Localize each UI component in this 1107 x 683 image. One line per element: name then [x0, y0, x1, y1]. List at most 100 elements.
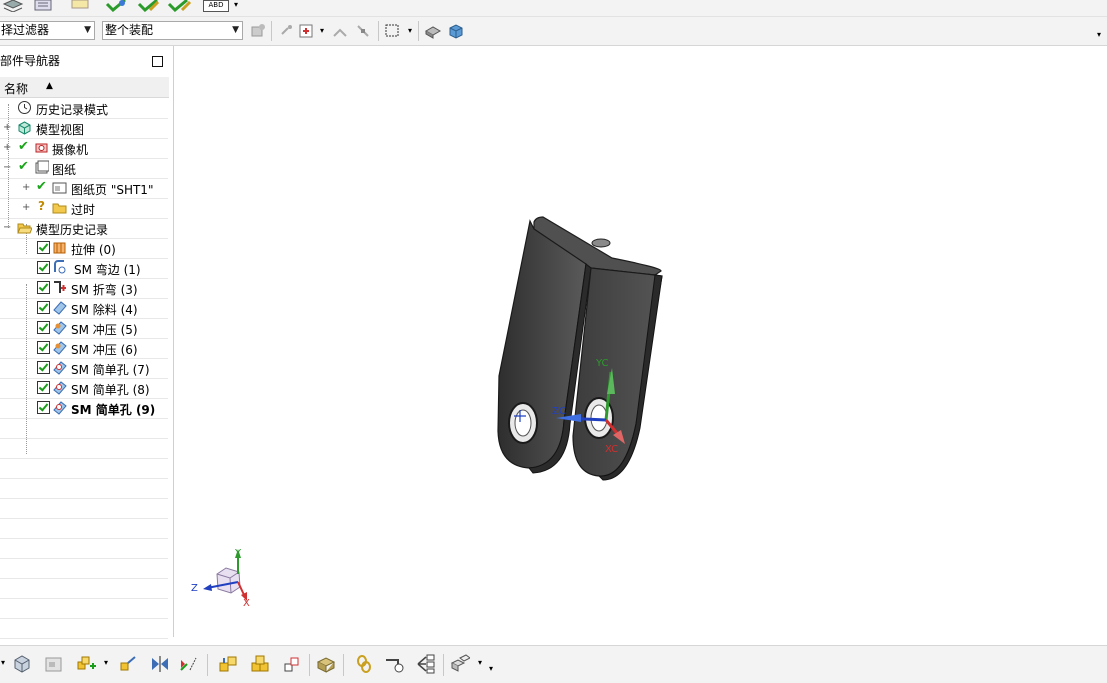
feature-sm-hole-8[interactable]: SM 简单孔 (8): [0, 378, 168, 399]
tree-item-model-history[interactable]: − 模型历史记录: [0, 218, 168, 239]
tree-item-label: 图纸: [52, 163, 77, 177]
drawing-icon: [35, 160, 49, 174]
snap-end-icon[interactable]: [331, 22, 349, 40]
assembly-load-options-icon[interactable]: [450, 654, 470, 674]
move-component-icon[interactable]: [118, 654, 138, 674]
feature-sm-punch-6[interactable]: SM 冲压 (6): [0, 338, 168, 359]
select-box-dropdown[interactable]: ▾: [320, 26, 324, 35]
feature-sm-cutout[interactable]: SM 除料 (4): [0, 298, 168, 319]
solid-view-icon[interactable]: [447, 22, 465, 40]
maximize-icon[interactable]: [152, 56, 163, 67]
collapse-icon[interactable]: −: [3, 222, 11, 233]
expand-icon[interactable]: +: [22, 182, 30, 193]
feature-label: SM 除料 (4): [71, 303, 138, 317]
sheet-metal-bracket[interactable]: [497, 216, 663, 481]
list-view-icon[interactable]: [32, 0, 54, 12]
feature-checkbox[interactable]: [37, 261, 50, 274]
check-blue-icon[interactable]: [104, 0, 128, 12]
check-pencil-icon[interactable]: [136, 0, 160, 12]
feature-label: 拉伸 (0): [71, 243, 116, 257]
assembly-icon[interactable]: [12, 654, 32, 674]
bend-icon: [54, 281, 66, 293]
feature-sm-flange[interactable]: SM 弯边 (1): [0, 258, 168, 279]
column-name-label: 名称: [4, 82, 29, 96]
expand-icon[interactable]: +: [22, 202, 30, 213]
load-options-dropdown[interactable]: ▾: [478, 658, 482, 667]
toolbar-overflow-arrow[interactable]: ▾: [1097, 30, 1101, 39]
show-and-hide-constraints-icon[interactable]: [250, 654, 270, 674]
selection-filter-combo[interactable]: 择过滤器 ▼: [0, 21, 95, 40]
rectangle-select-icon[interactable]: [384, 22, 402, 40]
feature-extrude[interactable]: 拉伸 (0): [0, 238, 168, 259]
navigator-title: 部件导航器: [0, 54, 61, 68]
add-component-icon[interactable]: [76, 654, 96, 674]
wave-linker-icon[interactable]: [416, 654, 436, 674]
note-icon[interactable]: [70, 0, 90, 12]
pattern-component-icon[interactable]: [178, 654, 198, 674]
mirror-assembly-icon[interactable]: [150, 654, 170, 674]
feature-checkbox[interactable]: [37, 361, 50, 374]
snap-point-icon[interactable]: [278, 22, 296, 40]
feature-label: SM 冲压 (6): [71, 343, 138, 357]
visible-check-icon: ✔: [36, 179, 47, 194]
feature-checkbox[interactable]: [37, 321, 50, 334]
feature-checkbox[interactable]: [37, 401, 50, 414]
triad-label-x: X: [243, 598, 250, 609]
snap-mid-icon[interactable]: [354, 22, 372, 40]
top-toolbar: ABD ▾: [0, 0, 1107, 17]
folder-icon: [52, 203, 67, 214]
tree-item-label: 模型历史记录: [36, 223, 109, 237]
feature-sm-hole-7[interactable]: SM 简单孔 (7): [0, 358, 168, 379]
column-header-name[interactable]: 名称 ▲: [0, 77, 169, 98]
tree-item-outdated[interactable]: + ? 过时: [0, 198, 168, 219]
assembly-constraints-icon[interactable]: [218, 654, 238, 674]
feature-checkbox[interactable]: [37, 281, 50, 294]
feature-sm-punch-5[interactable]: SM 冲压 (5): [0, 318, 168, 339]
abd-dropdown-arrow[interactable]: ▾: [234, 0, 238, 12]
abd-label-icon[interactable]: ABD: [203, 0, 229, 12]
tree-item-model-views[interactable]: + 模型视图: [0, 118, 168, 139]
model-canvas: YC ZC XC Y Z X: [191, 216, 663, 609]
add-component-dropdown[interactable]: ▾: [104, 658, 108, 667]
feature-sm-hole-9[interactable]: SM 简单孔 (9): [0, 398, 168, 419]
tree-item-sheet[interactable]: + ✔ 图纸页 "SHT1": [0, 178, 168, 199]
feature-checkbox[interactable]: [37, 241, 50, 254]
hole-icon: [53, 381, 67, 395]
remember-constraints-icon[interactable]: [282, 654, 302, 674]
component-filter-icon[interactable]: [249, 22, 267, 40]
view-triad[interactable]: Y Z X: [191, 548, 250, 609]
feature-label: SM 简单孔 (8): [71, 383, 150, 397]
collapse-icon[interactable]: −: [3, 162, 11, 173]
tree-item-history-mode[interactable]: 历史记录模式: [0, 98, 168, 119]
layers-icon[interactable]: [2, 0, 24, 12]
empty-row: [0, 498, 168, 519]
assembly-scope-combo[interactable]: 整个装配 ▼: [102, 21, 243, 40]
empty-row: [0, 538, 168, 559]
feature-checkbox[interactable]: [37, 301, 50, 314]
exploded-views-icon[interactable]: [316, 654, 336, 674]
tree-item-camera[interactable]: + ✔ 摄像机: [0, 138, 168, 159]
question-icon: ?: [38, 199, 45, 213]
graphics-window[interactable]: YC ZC XC Y Z X: [181, 46, 1107, 637]
feature-label-current: SM 简单孔 (9): [71, 403, 156, 417]
shaded-view-icon[interactable]: [424, 22, 442, 40]
assembly-scope-value: 整个装配: [105, 23, 154, 37]
sequence-icon[interactable]: [354, 654, 374, 674]
empty-row: [0, 478, 168, 499]
selection-filter-value: 择过滤器: [1, 23, 50, 37]
check-dual-icon[interactable]: [166, 0, 192, 12]
select-box-icon[interactable]: [298, 22, 316, 40]
expand-icon[interactable]: +: [3, 142, 11, 153]
toolbar-grip-arrow[interactable]: ▾: [1, 658, 5, 667]
arrangements-icon[interactable]: [384, 654, 404, 674]
toolbar-overflow-arrow[interactable]: ▾: [489, 664, 493, 673]
feature-checkbox[interactable]: [37, 381, 50, 394]
feature-sm-bend[interactable]: SM 折弯 (3): [0, 278, 168, 299]
tree-item-drawings[interactable]: − ✔ 图纸: [0, 158, 168, 179]
expand-icon[interactable]: +: [3, 122, 11, 133]
triad-label-y: Y: [234, 548, 242, 559]
reference-sets-icon[interactable]: [44, 654, 64, 674]
sort-ascending-icon: ▲: [46, 81, 53, 91]
feature-checkbox[interactable]: [37, 341, 50, 354]
rectangle-select-dropdown[interactable]: ▾: [408, 26, 412, 35]
